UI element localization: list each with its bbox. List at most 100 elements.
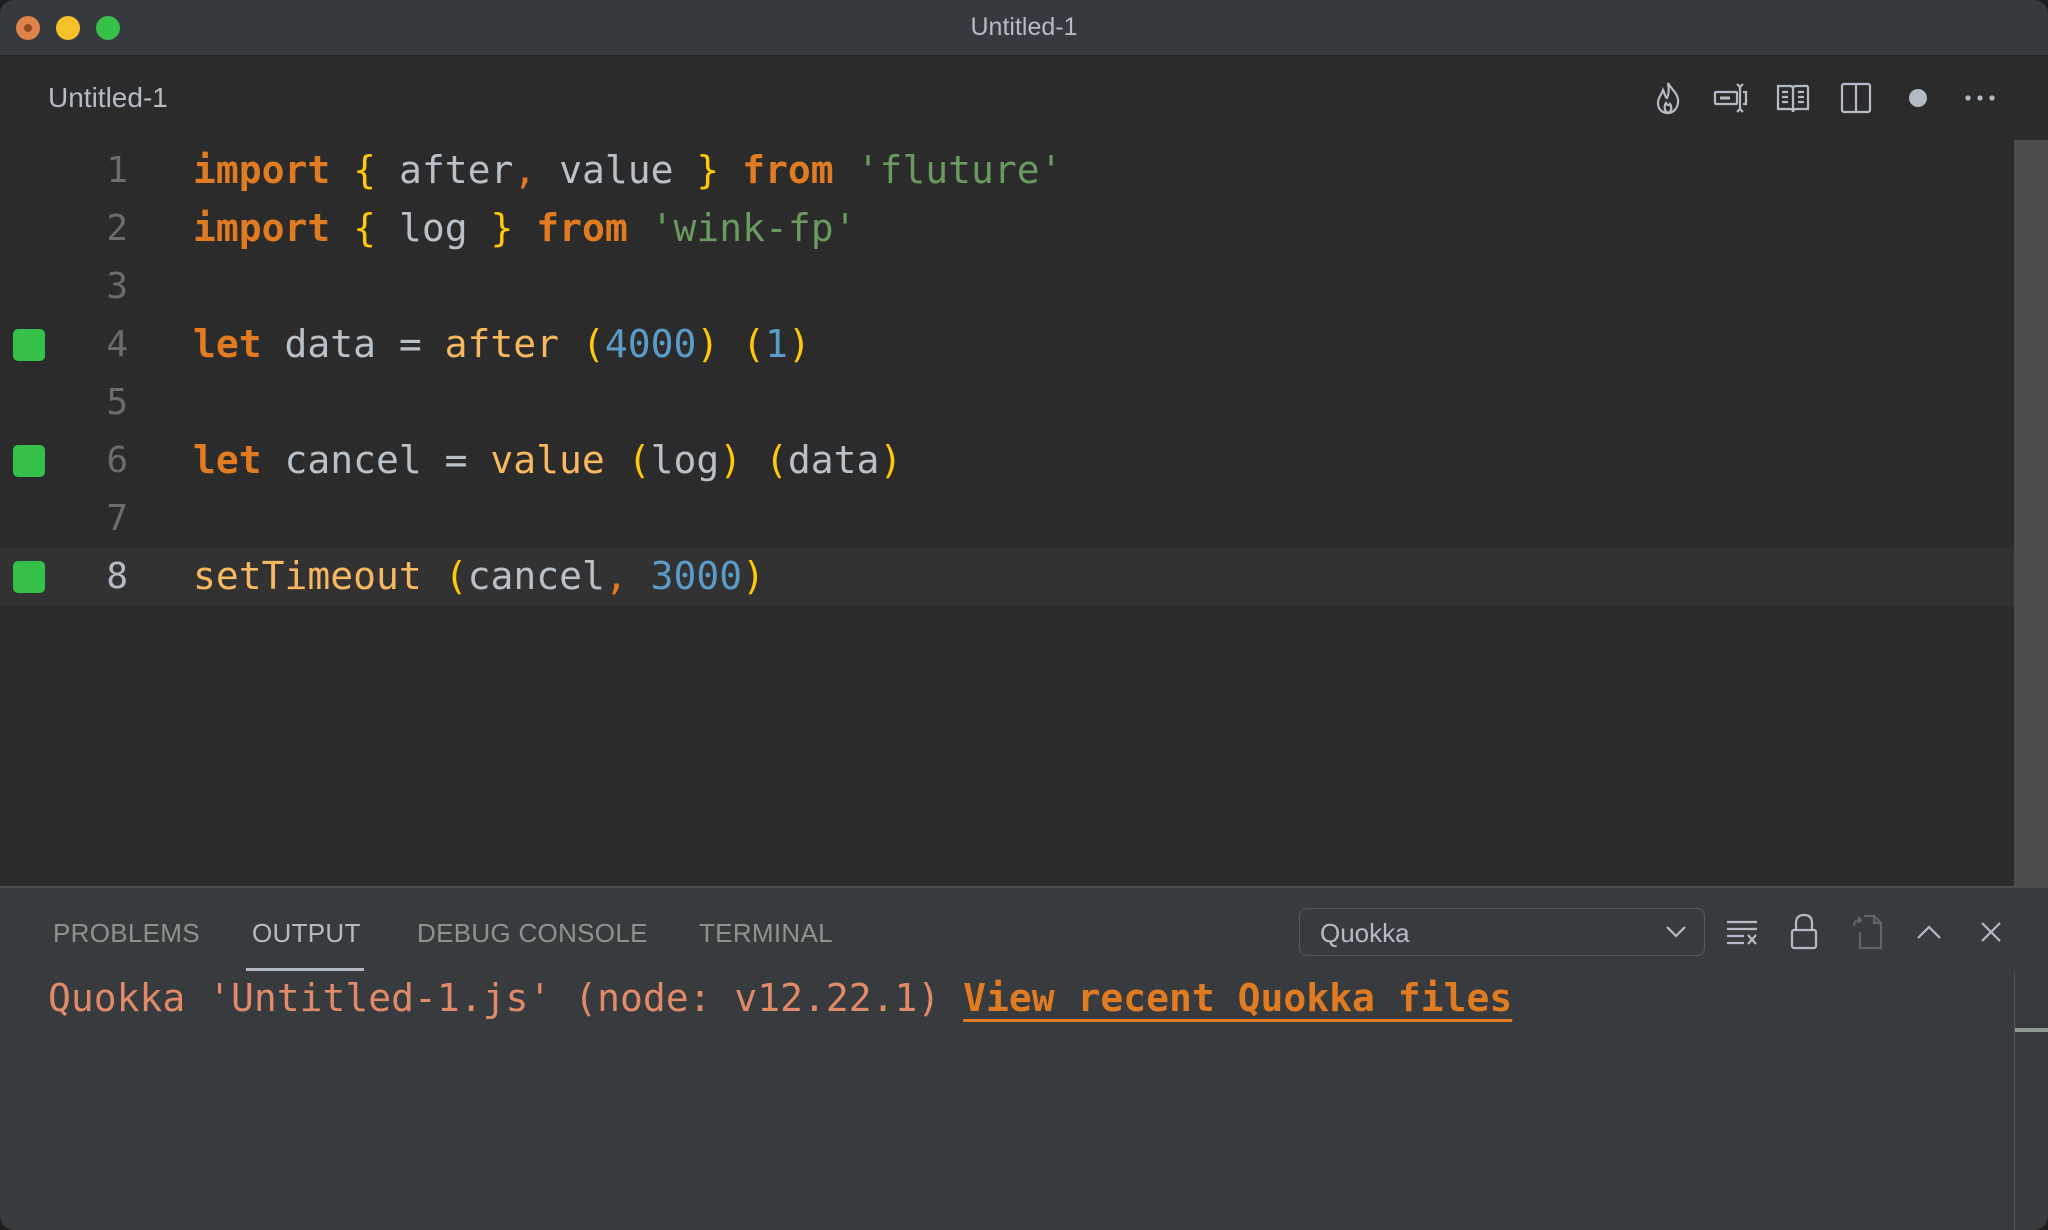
code-line[interactable]: 3: [0, 258, 2014, 316]
code-token: ): [696, 322, 720, 366]
code-token: value: [536, 148, 697, 192]
active-tab-indicator: [246, 968, 364, 971]
output-scrollbar[interactable]: [2014, 972, 2048, 1230]
code-text: import { log } from 'wink-fp': [193, 206, 857, 250]
more-actions-icon[interactable]: [1960, 78, 2000, 118]
code-token: after: [376, 148, 514, 192]
split-editor-icon[interactable]: [1836, 78, 1876, 118]
code-token: {: [353, 206, 377, 250]
title-bar: Untitled-1: [0, 0, 2048, 56]
code-token: from: [536, 206, 628, 250]
code-token: ): [742, 554, 766, 598]
lock-scroll-icon[interactable]: [1784, 912, 1824, 952]
code-token: data =: [261, 322, 445, 366]
window-title: Untitled-1: [970, 13, 1078, 41]
code-line[interactable]: 6 let cancel = value (log) (data): [0, 432, 2014, 490]
code-token: let: [193, 322, 262, 366]
code-line[interactable]: 5: [0, 374, 2014, 432]
code-line[interactable]: 4 let data = after (4000) (1): [0, 316, 2014, 374]
editor-scrollbar[interactable]: [2014, 140, 2048, 886]
line-number: 2: [106, 208, 128, 249]
bottom-panel: PROBLEMS OUTPUT DEBUG CONSOLE TERMINAL Q…: [0, 886, 2048, 1230]
code-token: ): [879, 438, 903, 482]
code-token: ): [787, 322, 811, 366]
code-token: setTimeout: [193, 554, 422, 598]
close-panel-icon[interactable]: [1971, 912, 2011, 952]
code-token: value: [490, 438, 605, 482]
view-recent-quokka-files-link[interactable]: View recent Quokka files: [963, 976, 1512, 1020]
code-token: 3000: [650, 554, 743, 598]
code-text: let cancel = value (log) (data): [193, 438, 902, 482]
unsaved-dot-icon[interactable]: [1898, 78, 1938, 118]
code-text: import { after, value } from 'fluture': [193, 148, 1062, 192]
code-token: after: [444, 322, 560, 366]
code-token: import: [193, 206, 331, 250]
code-token: (: [444, 554, 468, 598]
rename-symbol-icon[interactable]: [1711, 78, 1751, 118]
code-token: }: [696, 148, 720, 192]
code-token: data: [787, 438, 880, 482]
code-token: let: [193, 438, 262, 482]
chevron-down-icon: [1664, 921, 1688, 946]
output-channel-select[interactable]: Quokka: [1299, 908, 1705, 956]
code-token: from: [742, 148, 834, 192]
line-number: 1: [106, 150, 128, 191]
output-channel-value: Quokka: [1320, 918, 1410, 948]
code-token: 4000: [604, 322, 697, 366]
open-preview-icon[interactable]: [1773, 78, 1813, 118]
code-token: import: [193, 148, 331, 192]
code-token: cancel: [467, 554, 605, 598]
code-line[interactable]: 8 setTimeout (cancel, 3000): [0, 548, 2014, 606]
code-token: (: [765, 438, 788, 482]
maximize-panel-icon[interactable]: [1909, 912, 1949, 952]
code-line[interactable]: 1 import { after, value } from 'fluture': [0, 142, 2014, 200]
panel-tab-terminal[interactable]: TERMINAL: [699, 918, 833, 949]
clear-output-icon[interactable]: [1722, 912, 1762, 952]
code-token: 'fluture': [856, 148, 1063, 192]
line-number: 7: [106, 498, 128, 539]
quokka-coverage-marker: [13, 561, 45, 593]
quokka-coverage-marker: [13, 329, 45, 361]
code-token: 'wink-fp': [650, 206, 857, 250]
output-text: Quokka 'Untitled-1.js' (node: v12.22.1): [48, 976, 964, 1020]
vscode-window: Untitled-1 Untitled-1 1 import {after, …: [0, 0, 2048, 1230]
code-token: 1: [765, 322, 788, 366]
editor-tab-untitled-1[interactable]: Untitled-1: [48, 82, 168, 114]
code-token: log: [650, 438, 720, 482]
line-number: 4: [106, 324, 128, 365]
code-token: log: [376, 206, 491, 250]
code-token: cancel =: [261, 438, 491, 482]
line-number: 5: [106, 382, 128, 423]
open-log-file-icon[interactable]: [1847, 912, 1887, 952]
editor-tab-bar: Untitled-1: [0, 56, 2048, 140]
panel-tab-problems[interactable]: PROBLEMS: [53, 918, 200, 949]
code-editor[interactable]: 1 import { after, value } from 'fluture' 2…: [0, 140, 2048, 886]
panel-tab-output[interactable]: OUTPUT: [252, 918, 361, 949]
code-text: setTimeout (cancel, 3000): [193, 554, 765, 598]
code-token: (: [581, 322, 605, 366]
scroll-position-marker: [2015, 1028, 2048, 1032]
code-token: ): [719, 438, 743, 482]
code-line[interactable]: 2 import { log } from 'wink-fp': [0, 200, 2014, 258]
quokka-flame-icon[interactable]: [1648, 78, 1688, 118]
quokka-coverage-marker: [13, 445, 45, 477]
code-text: let data = after (4000) (1): [193, 322, 811, 366]
code-token: (: [742, 322, 766, 366]
code-line[interactable]: 7: [0, 490, 2014, 548]
code-token: (: [627, 438, 651, 482]
panel-tab-debug-console[interactable]: DEBUG CONSOLE: [417, 918, 648, 949]
code-token: {: [353, 148, 377, 192]
line-number: 3: [106, 266, 128, 307]
output-content: Quokka 'Untitled-1.js' (node: v12.22.1) …: [48, 976, 1512, 1020]
